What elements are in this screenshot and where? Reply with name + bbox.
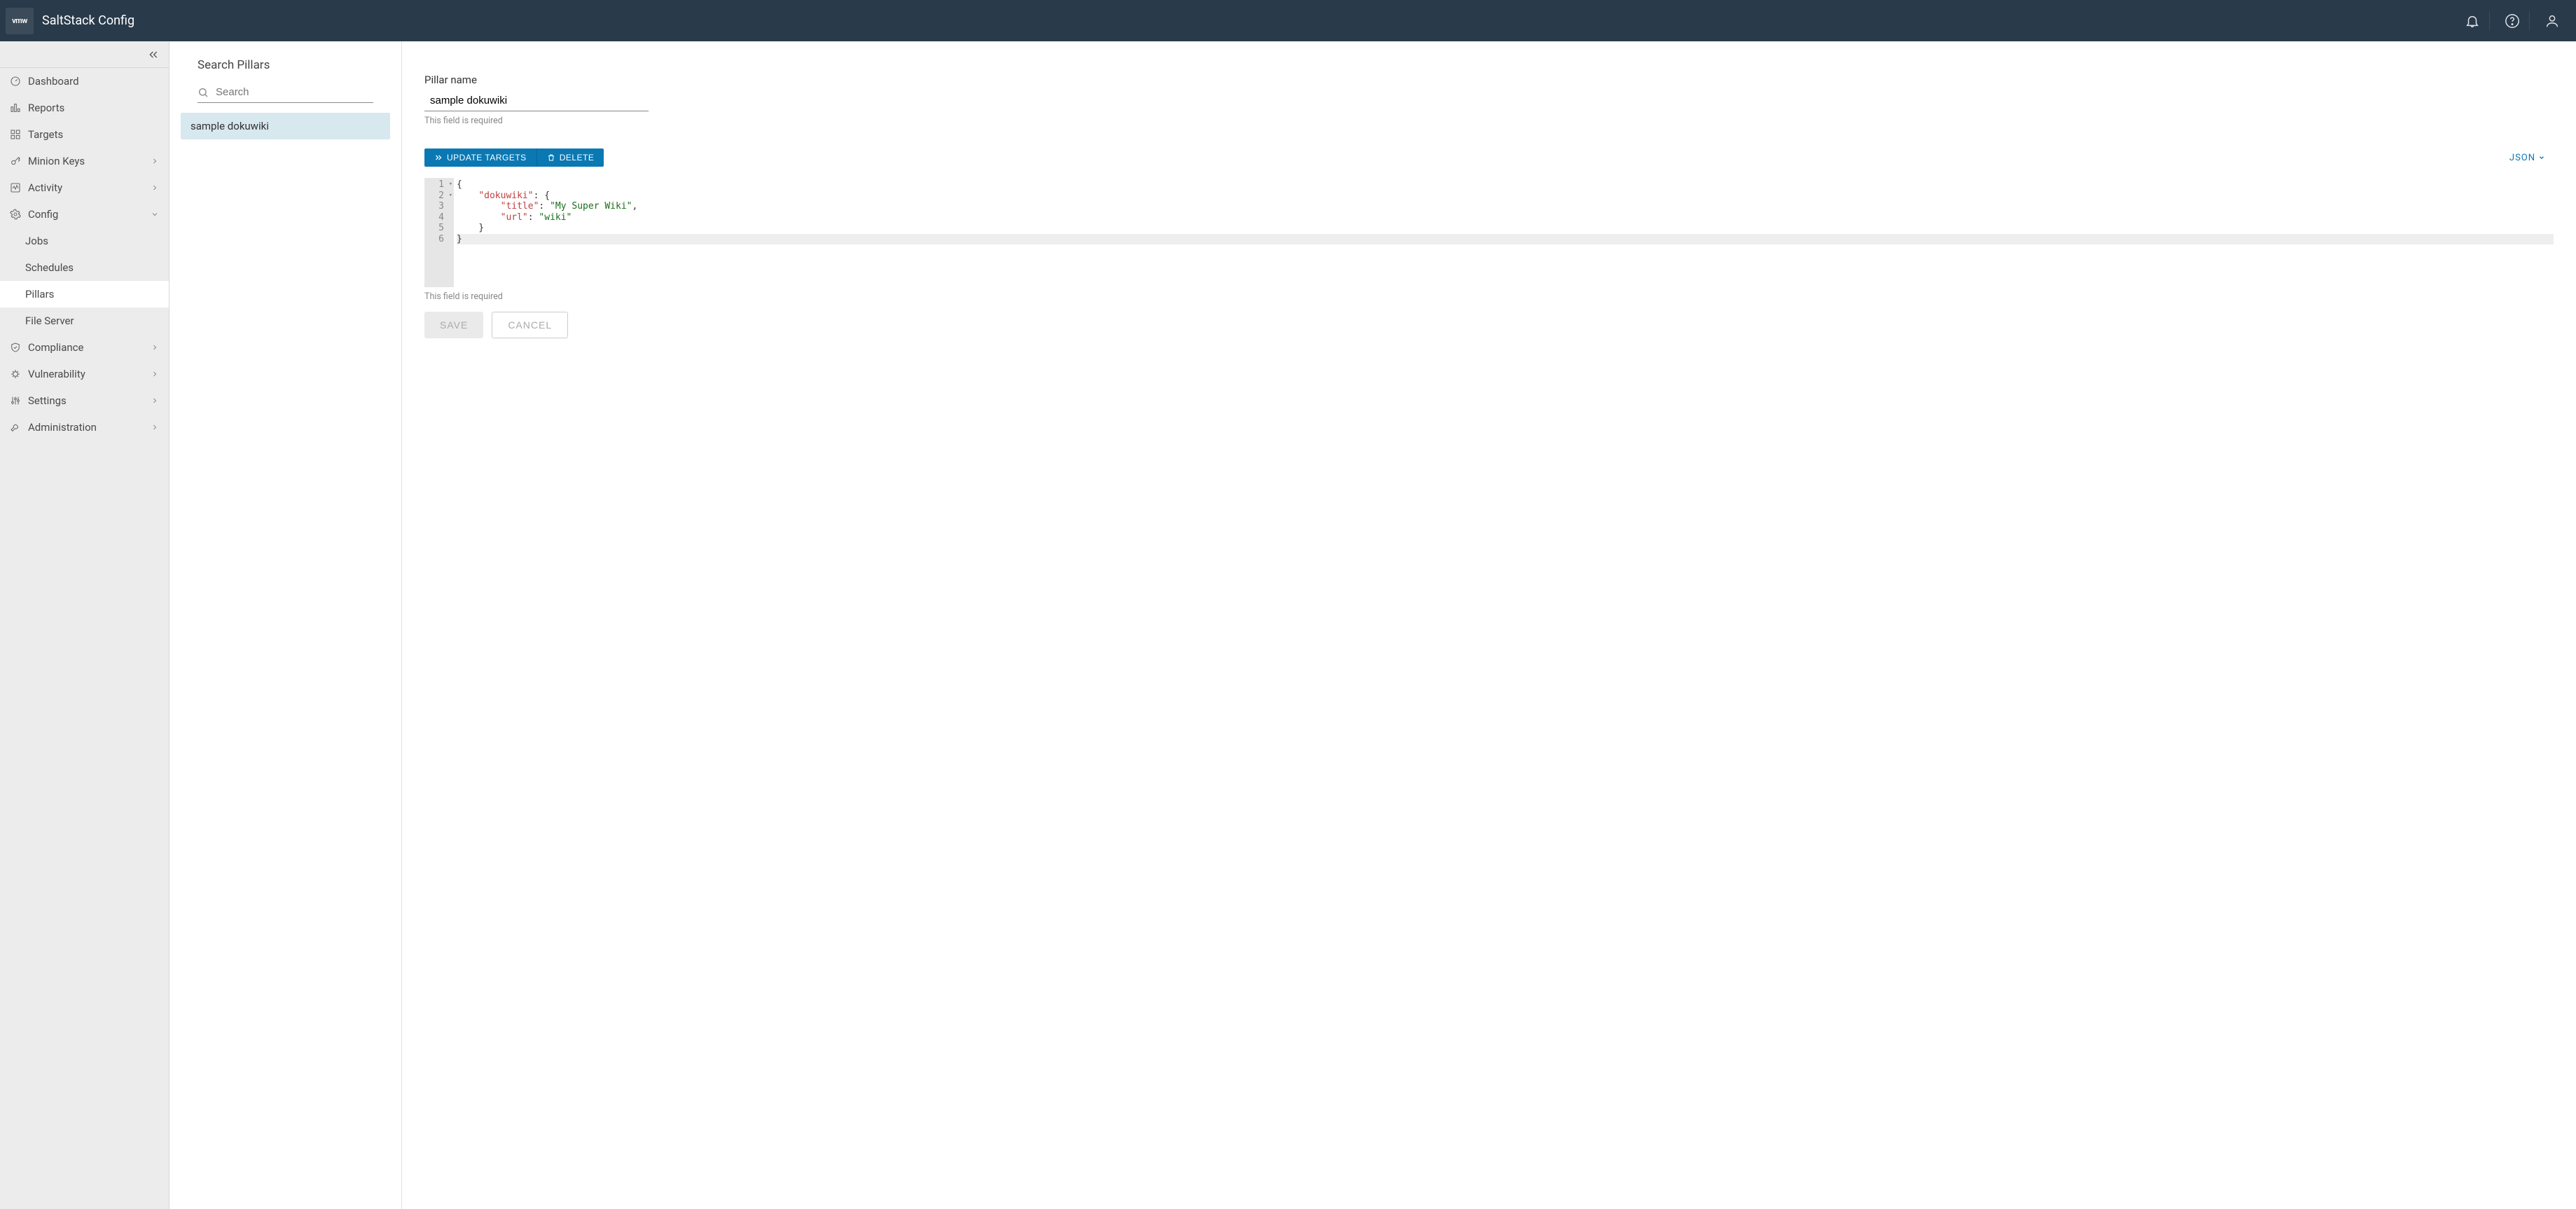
user-icon[interactable] <box>2540 8 2565 34</box>
sidebar-subitem-label: Jobs <box>25 235 48 247</box>
sidebar-item-settings[interactable]: Settings <box>0 387 169 414</box>
search-icon <box>198 87 212 98</box>
chevron-right-icon <box>151 343 159 352</box>
sidebar-subitem-jobs[interactable]: Jobs <box>0 228 169 254</box>
sidebar-subitem-schedules[interactable]: Schedules <box>0 254 169 281</box>
pillar-list-panel: Search Pillars sample dokuwiki <box>169 41 402 1209</box>
trash-icon <box>547 153 555 162</box>
sidebar-item-targets[interactable]: Targets <box>0 121 169 148</box>
required-hint: This field is required <box>424 116 2554 126</box>
main-panel: Pillar name This field is required UPDAT… <box>402 41 2576 1209</box>
sidebar-subitem-label: File Server <box>25 315 74 327</box>
save-button[interactable]: SAVE <box>424 312 483 338</box>
pillar-name-label: Pillar name <box>424 74 2554 86</box>
sidebar-item-label: Config <box>28 208 151 221</box>
gauge-icon <box>10 76 25 87</box>
button-label: UPDATE TARGETS <box>447 153 527 163</box>
sidebar-item-activity[interactable]: Activity <box>0 174 169 201</box>
barchart-icon <box>10 102 25 113</box>
collapse-sidebar-button[interactable] <box>0 41 169 68</box>
chevron-right-icon <box>151 184 159 192</box>
editor-content[interactable]: { "dokuwiki": { "title": "My Super Wiki"… <box>454 178 2554 287</box>
app-header: vmw SaltStack Config <box>0 0 2576 41</box>
fold-icon[interactable]: ▾ <box>449 179 452 191</box>
sidebar-item-reports[interactable]: Reports <box>0 95 169 121</box>
sidebar-item-config[interactable]: Config <box>0 201 169 228</box>
sidebar-item-vulnerability[interactable]: Vulnerability <box>0 361 169 387</box>
shield-icon <box>10 342 25 353</box>
wrench-icon <box>10 422 25 433</box>
sidebar-item-minion-keys[interactable]: Minion Keys <box>0 148 169 174</box>
bug-icon <box>10 368 25 380</box>
cancel-button[interactable]: CANCEL <box>492 312 568 338</box>
sidebar-item-label: Dashboard <box>28 75 159 88</box>
editor-gutter: 1▾ 2▾ 3 4 5 6 <box>424 178 454 287</box>
search-input[interactable] <box>216 86 373 98</box>
sidebar-item-label: Targets <box>28 128 159 141</box>
editor-required-hint: This field is required <box>424 291 2554 302</box>
format-dropdown[interactable]: JSON <box>2509 153 2554 163</box>
sliders-icon <box>10 395 25 406</box>
search-field[interactable] <box>198 85 373 103</box>
delete-button[interactable]: DELETE <box>536 148 604 167</box>
sidebar-item-label: Administration <box>28 421 151 434</box>
pillar-name-input[interactable] <box>424 92 649 111</box>
sidebar-subitem-label: Schedules <box>25 261 74 274</box>
search-pillars-title: Search Pillars <box>181 58 390 72</box>
chevron-right-icon <box>151 370 159 378</box>
divider <box>2489 11 2490 31</box>
sidebar-item-dashboard[interactable]: Dashboard <box>0 68 169 95</box>
activity-icon <box>10 182 25 193</box>
divider <box>2529 11 2530 31</box>
chevron-down-icon <box>151 210 159 219</box>
action-button-group: UPDATE TARGETS DELETE <box>424 148 604 167</box>
format-label: JSON <box>2509 153 2535 163</box>
update-targets-button[interactable]: UPDATE TARGETS <box>424 148 536 167</box>
sidebar-item-compliance[interactable]: Compliance <box>0 334 169 361</box>
pillar-list-item[interactable]: sample dokuwiki <box>181 113 390 139</box>
sidebar-subitem-pillars[interactable]: Pillars <box>0 281 169 308</box>
chevron-right-icon <box>151 157 159 165</box>
grid-icon <box>10 129 25 140</box>
fold-icon[interactable]: ▾ <box>449 191 452 202</box>
sidebar-item-label: Settings <box>28 394 151 407</box>
sidebar-item-label: Activity <box>28 181 151 194</box>
app-title: SaltStack Config <box>42 13 134 28</box>
button-label: DELETE <box>560 153 595 163</box>
help-icon[interactable] <box>2500 8 2525 34</box>
sidebar-item-label: Compliance <box>28 341 151 354</box>
notifications-icon[interactable] <box>2460 8 2485 34</box>
chevron-double-icon <box>434 153 443 162</box>
key-icon <box>10 156 25 167</box>
sidebar-item-label: Vulnerability <box>28 368 151 380</box>
gear-icon <box>10 209 25 220</box>
sidebar-subitem-label: Pillars <box>25 288 54 300</box>
vmware-logo: vmw <box>6 8 34 34</box>
sidebar-subitem-file-server[interactable]: File Server <box>0 308 169 334</box>
chevron-right-icon <box>151 396 159 405</box>
code-editor[interactable]: 1▾ 2▾ 3 4 5 6 { "dokuwiki": { "title": "… <box>424 178 2554 287</box>
sidebar-item-administration[interactable]: Administration <box>0 414 169 441</box>
sidebar-item-label: Minion Keys <box>28 155 151 167</box>
chevron-down-icon <box>2538 154 2545 161</box>
sidebar: Dashboard Reports Targets Minion Keys <box>0 41 169 1209</box>
sidebar-item-label: Reports <box>28 102 159 114</box>
chevron-right-icon <box>151 423 159 431</box>
